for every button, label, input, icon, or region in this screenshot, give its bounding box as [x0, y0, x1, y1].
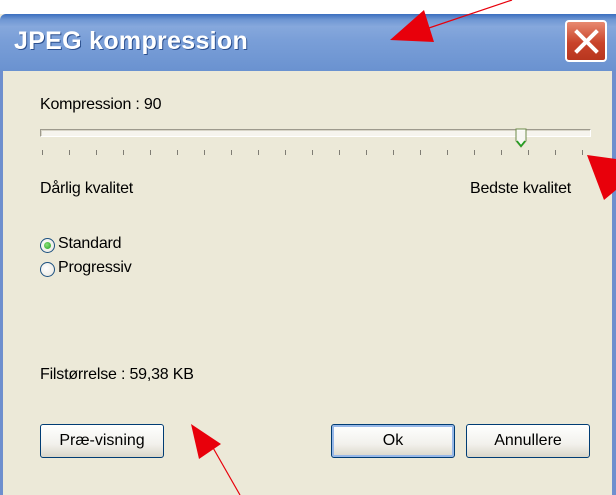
red-arrow-icon [390, 0, 513, 42]
annotation-arrows [191, 0, 616, 495]
red-arrow-icon [191, 424, 241, 495]
red-arrow-icon [587, 155, 616, 200]
